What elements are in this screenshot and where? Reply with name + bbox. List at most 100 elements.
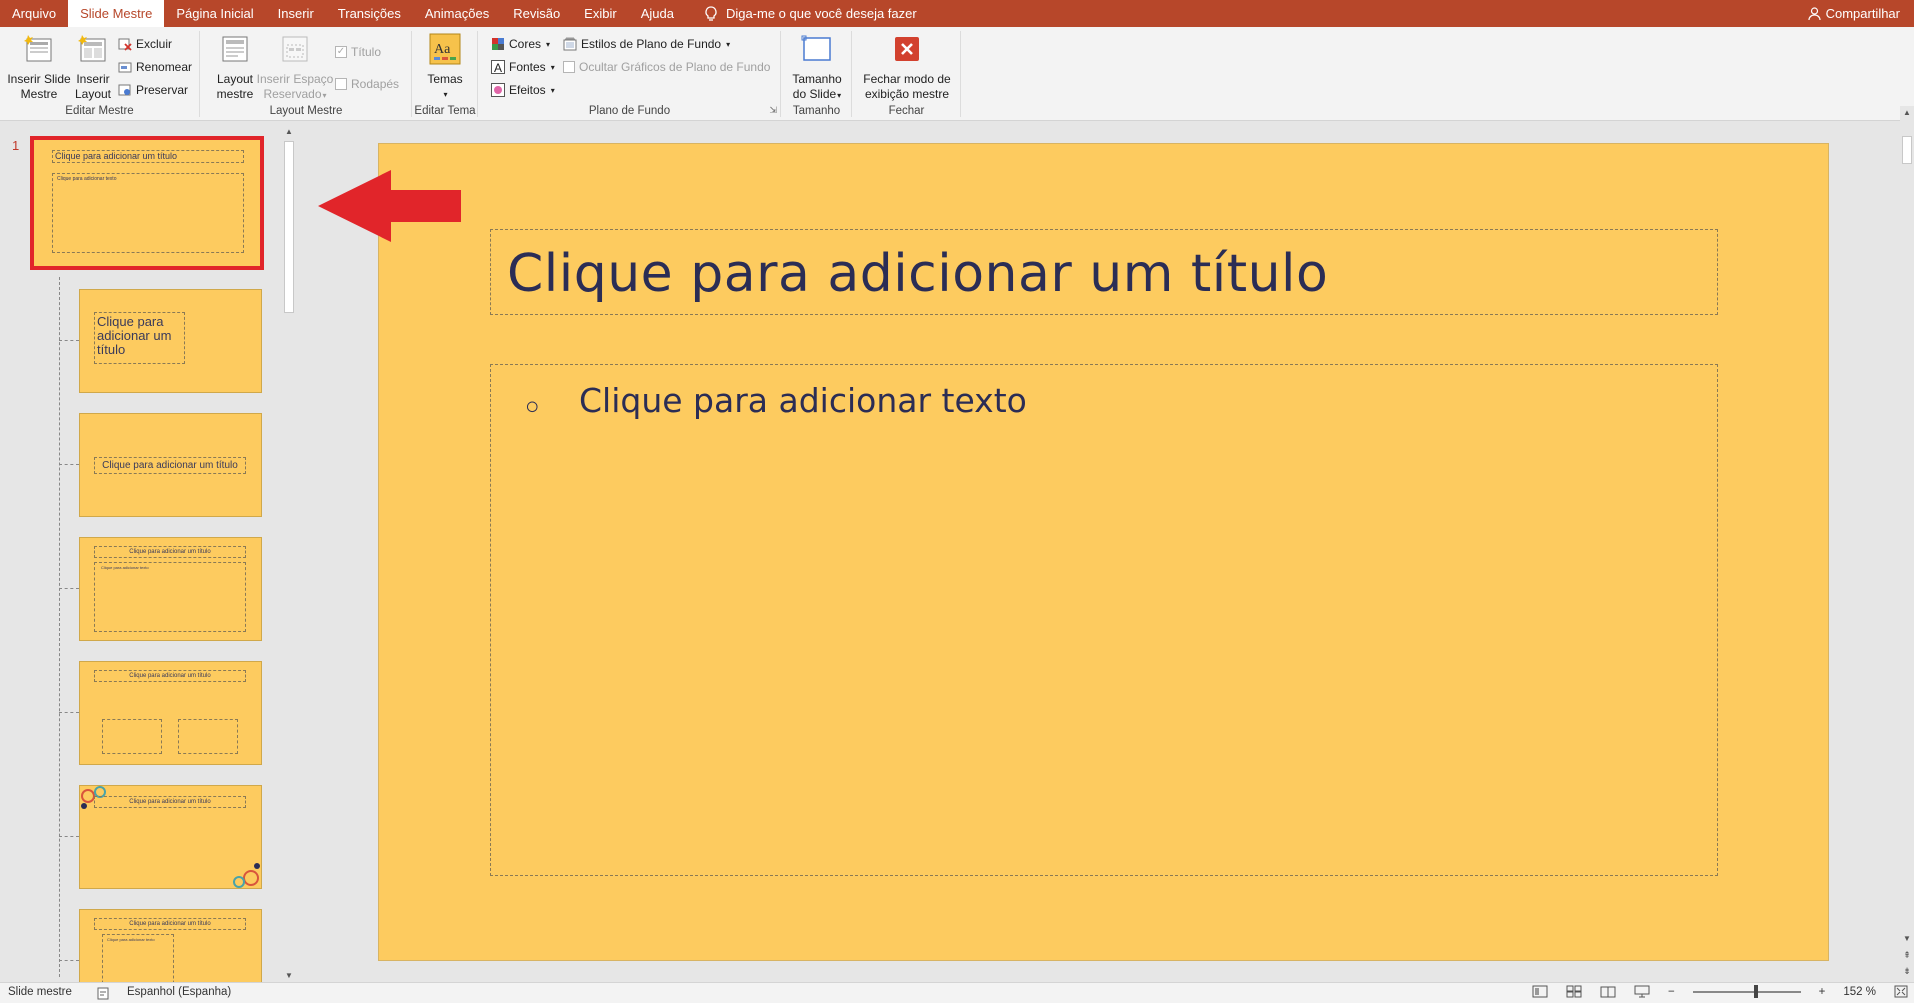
thumbnail-master-body: Clique para adicionar texto: [52, 173, 244, 253]
themes-button[interactable]: Aa Temas ▾: [421, 33, 469, 102]
tell-me-box[interactable]: Diga-me o que você deseja fazer: [686, 5, 917, 22]
share-button[interactable]: Compartilhar: [1807, 0, 1900, 27]
thumbnail-layout5-right: [178, 719, 238, 754]
hide-background-graphics-checkbox[interactable]: Ocultar Gráficos de Plano de Fundo: [563, 60, 770, 74]
insert-placeholder-label-1: Inserir Espaço: [256, 72, 334, 86]
zoom-level[interactable]: 152 %: [1843, 986, 1876, 998]
slide-size-button[interactable]: Tamanho do Slide▾: [788, 33, 846, 103]
thumbnail-layout-content-caption[interactable]: Clique para adicionar um título Clique p…: [79, 909, 262, 989]
thumbnail-slide-master[interactable]: Clique para adicionar um título Clique p…: [30, 136, 264, 270]
slide-scroll-thumb[interactable]: [1902, 136, 1912, 164]
scroll-up-arrow-icon[interactable]: ▲: [1900, 108, 1914, 117]
close-master-view-label-2: exibição mestre: [864, 87, 950, 101]
insert-placeholder-button[interactable]: Inserir Espaço Reservado▾: [255, 33, 335, 103]
share-label: Compartilhar: [1825, 6, 1900, 21]
normal-view-icon[interactable]: [1532, 985, 1548, 998]
footers-checkbox[interactable]: Rodapés: [335, 77, 399, 91]
previous-slide-icon[interactable]: ⇞: [1900, 950, 1914, 961]
tab-help[interactable]: Ajuda: [629, 0, 686, 27]
fonts-button[interactable]: A Fontes ▾: [491, 60, 555, 74]
status-bar: Slide mestre Espanhol (Espanha) − + 152 …: [0, 982, 1914, 1003]
slide-size-label-2: do Slide▾: [792, 87, 842, 101]
background-dialog-launcher-icon[interactable]: ⇲: [769, 105, 777, 116]
effects-label: Efeitos: [509, 83, 546, 97]
zoom-slider-knob[interactable]: [1754, 984, 1759, 998]
zoom-in-button[interactable]: +: [1819, 986, 1826, 998]
colors-caret-icon: ▾: [546, 39, 551, 49]
colors-button[interactable]: Cores ▾: [491, 37, 550, 51]
slide-scrollbar[interactable]: ▲ ▼ ⇞ ⇟: [1900, 106, 1914, 983]
thumbnail-layout7-text: Clique para adicionar texto: [107, 937, 155, 942]
close-master-view-button[interactable]: Fechar modo de exibição mestre: [857, 33, 957, 102]
group-edit-master-label: Editar Mestre: [65, 105, 134, 117]
tab-transitions[interactable]: Transições: [326, 0, 413, 27]
background-styles-button[interactable]: Estilos de Plano de Fundo ▾: [563, 37, 730, 51]
delete-button[interactable]: Excluir: [118, 37, 172, 51]
thumbnails-scroll-thumb[interactable]: [284, 141, 294, 313]
group-master-layout-label: Layout Mestre: [269, 105, 343, 117]
tab-slide-master[interactable]: Slide Mestre: [68, 0, 165, 27]
thumbnail-layout-decorated[interactable]: Clique para adicionar um título: [79, 785, 262, 889]
group-size: Tamanho do Slide▾ Tamanho: [782, 31, 852, 117]
footers-checkbox-box[interactable]: [335, 78, 347, 90]
zoom-out-button[interactable]: −: [1668, 986, 1675, 998]
tab-home[interactable]: Página Inicial: [164, 0, 265, 27]
slide-sorter-icon[interactable]: [1566, 985, 1582, 998]
delete-label: Excluir: [136, 37, 173, 51]
group-close-label: Fechar: [888, 105, 925, 117]
effects-button[interactable]: Efeitos ▾: [491, 83, 555, 97]
group-size-label: Tamanho: [792, 105, 841, 117]
preserve-button[interactable]: Preservar: [118, 83, 188, 97]
effects-icon: [491, 83, 505, 97]
fit-to-window-icon[interactable]: [1894, 985, 1908, 998]
fonts-caret-icon: ▾: [550, 62, 555, 72]
tab-animations[interactable]: Animações: [413, 0, 501, 27]
thumbnail-layout-title-content[interactable]: Clique para adicionar um título Clique p…: [79, 537, 262, 641]
accessibility-check-icon[interactable]: [97, 987, 111, 1000]
master-layout-label-2: mestre: [216, 87, 254, 101]
scroll-down-arrow-icon[interactable]: ▼: [1900, 934, 1914, 943]
slide-size-icon: [801, 35, 831, 61]
scroll-up-arrow-icon[interactable]: ▲: [282, 127, 296, 139]
rename-button[interactable]: Renomear: [118, 60, 192, 74]
insert-layout-button[interactable]: Inserir Layout: [72, 33, 114, 102]
tab-file[interactable]: Arquivo: [0, 0, 68, 27]
footers-checkbox-label: Rodapés: [351, 77, 400, 91]
insert-placeholder-label-2: Reservado▾: [263, 87, 327, 101]
zoom-slider[interactable]: [1692, 984, 1801, 998]
themes-caret-icon: ▾: [443, 90, 448, 99]
insert-layout-label-1: Inserir: [76, 72, 110, 86]
effects-caret-icon: ▾: [550, 85, 555, 95]
slide-thumbnails-pane[interactable]: 1 Clique para adicionar um título Clique…: [0, 122, 300, 989]
delete-slide-icon: [118, 38, 132, 51]
thumbnail-layout-two-content[interactable]: Clique para adicionar um título: [79, 661, 262, 765]
group-background: Cores ▾ A Fontes ▾ Efeitos ▾ Estilos de Pla…: [479, 31, 781, 117]
reading-view-icon[interactable]: [1600, 985, 1616, 998]
themes-icon: Aa: [429, 33, 461, 65]
slideshow-icon[interactable]: [1634, 985, 1650, 998]
thumbnail-layout4-text: Clique para adicionar texto: [101, 565, 149, 570]
slide-size-label-1: Tamanho: [792, 72, 842, 86]
group-close: Fechar modo de exibição mestre Fechar: [853, 31, 961, 117]
pin-slide-icon: [118, 84, 131, 96]
thumbnails-scrollbar[interactable]: ▲ ▼: [282, 127, 296, 983]
title-placeholder[interactable]: Clique para adicionar um título: [490, 229, 1718, 315]
title-checkbox[interactable]: ✓ Título: [335, 45, 381, 59]
hide-background-graphics-box[interactable]: [563, 61, 575, 73]
insert-slide-master-button[interactable]: Inserir Slide Mestre: [6, 33, 72, 102]
title-checkbox-box[interactable]: ✓: [335, 46, 347, 58]
master-layout-button[interactable]: Layout mestre: [213, 33, 257, 102]
thumbnail-layout-section-header[interactable]: Clique para adicionar um título: [79, 413, 262, 517]
next-slide-icon[interactable]: ⇟: [1900, 966, 1914, 977]
preserve-label: Preservar: [136, 83, 189, 97]
tab-insert[interactable]: Inserir: [266, 0, 326, 27]
body-placeholder[interactable]: ○ Clique para adicionar texto: [490, 364, 1718, 876]
layout-connector: [59, 277, 60, 977]
ribbon-tab-bar: Arquivo Slide Mestre Página Inicial Inse…: [0, 0, 1914, 27]
group-master-layout: Layout mestre Inserir Espaço Reservado▾ …: [201, 31, 412, 117]
status-language[interactable]: Espanhol (Espanha): [127, 986, 231, 998]
thumbnail-layout-title-slide[interactable]: Clique para adicionar um título: [79, 289, 262, 393]
tab-review[interactable]: Revisão: [501, 0, 572, 27]
themes-label: Temas: [427, 72, 463, 86]
tab-view[interactable]: Exibir: [572, 0, 629, 27]
